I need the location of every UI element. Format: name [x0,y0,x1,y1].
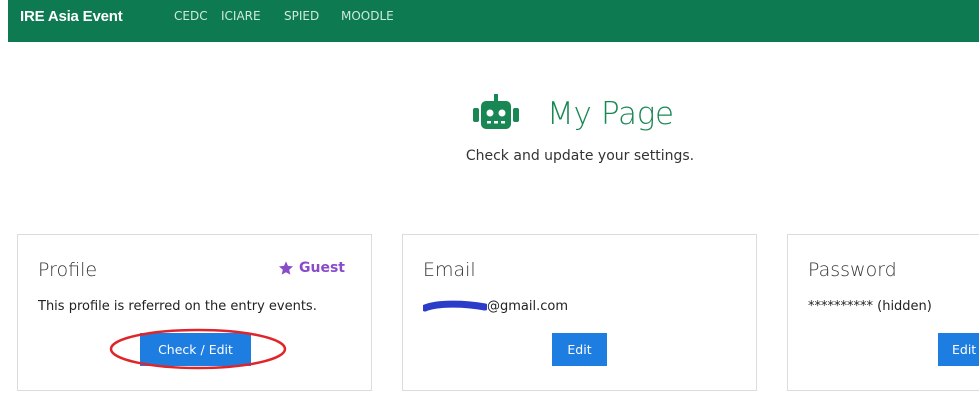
nav-link-cedc[interactable]: CEDC [174,9,208,23]
edit-password-button[interactable]: Edit [938,333,979,366]
profile-card-title: Profile [38,259,98,281]
password-value: ********** (hidden) [808,299,932,314]
email-value-row: @gmail.com [423,299,568,314]
edit-email-button[interactable]: Edit [552,333,607,366]
email-value: @gmail.com [487,299,569,314]
star-icon [279,261,294,275]
page: IRE Asia Event CEDC ICIARE SPIED MOODLE … [0,0,979,405]
nav-link-spied[interactable]: SPIED [284,9,319,23]
email-card: Email @gmail.com Edit [402,234,757,391]
profile-description: This profile is referred on the entry ev… [38,299,317,314]
robot-icon [473,94,519,129]
password-card-title: Password [808,259,897,281]
page-title: My Page [547,96,674,132]
password-card: Password ********** (hidden) Edit [787,234,979,391]
guest-badge-label: Guest [299,260,345,276]
top-navbar: IRE Asia Event CEDC ICIARE SPIED MOODLE [8,0,979,42]
brand-link[interactable]: IRE Asia Event [20,8,123,25]
guest-badge: Guest [278,260,345,276]
annotation-circle [109,328,287,370]
nav-link-moodle[interactable]: MOODLE [341,9,394,23]
hero-header: My Page [0,92,979,142]
nav-link-iciare[interactable]: ICIARE [221,9,261,23]
page-subtitle: Check and update your settings. [465,148,695,164]
redaction-scribble [423,300,487,311]
email-card-title: Email [423,259,476,281]
